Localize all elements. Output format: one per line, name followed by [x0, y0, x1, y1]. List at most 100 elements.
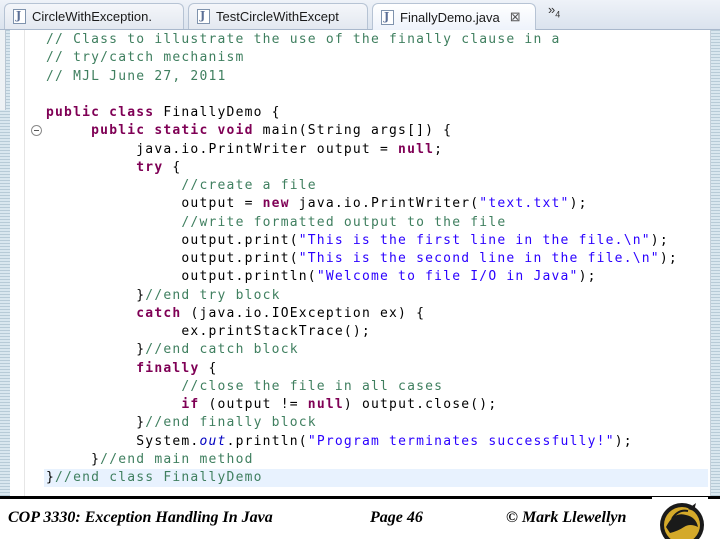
tab-finally-demo[interactable]: FinallyDemo.java ⊠ [372, 3, 536, 30]
code-token: new [262, 196, 290, 212]
code-line[interactable]: System.out.println("Program terminates s… [46, 433, 706, 451]
code-token: // try/catch mechanism [46, 50, 245, 66]
code-token: FinallyDemo { [154, 105, 281, 120]
code-token: finally [136, 360, 200, 376]
code-line[interactable]: }//end finally block [46, 414, 706, 432]
code-line[interactable]: java.io.PrintWriter output = null; [46, 141, 706, 159]
code-token: "Program terminates successfully!" [307, 433, 615, 449]
overview-ruler [710, 30, 720, 496]
code-token: ); [650, 232, 669, 248]
hidden-tab-count: 4 [555, 9, 561, 20]
tab-label: TestCircleWithExcept [216, 9, 339, 24]
code-token: ; [434, 141, 444, 157]
tab-overflow-button[interactable]: »4 [548, 2, 560, 20]
code-token: output.print( [46, 232, 299, 248]
code-line[interactable]: finally { [46, 360, 706, 378]
code-line[interactable]: }//end try block [46, 287, 706, 305]
footer-page-number: Page 46 [370, 509, 423, 526]
code-line[interactable]: output = new java.io.PrintWriter("text.t… [46, 195, 706, 213]
footer-course: COP 3330: Exception Handling In Java [8, 509, 273, 526]
code-token: catch [136, 305, 182, 321]
code-token: out [199, 433, 227, 449]
code-token: ); [659, 251, 678, 266]
code-token: ); [614, 433, 633, 449]
code-token: try [136, 159, 164, 175]
code-line[interactable]: try { [46, 159, 706, 177]
code-line[interactable]: // try/catch mechanism [46, 49, 706, 67]
code-token: .println( [226, 433, 308, 449]
tab-label: FinallyDemo.java [400, 9, 500, 25]
code-token: (output != [199, 397, 308, 412]
code-token: java.io.PrintWriter( [289, 196, 480, 212]
code-line[interactable]: }//end class FinallyDemo [44, 469, 708, 488]
java-file-icon [381, 9, 394, 25]
tab-label: CircleWithException. [32, 9, 152, 24]
code-token: "text.txt" [479, 196, 570, 212]
code-line[interactable]: output.println("Welcome to file I/O in J… [46, 268, 706, 286]
code-token: //end main method [100, 451, 254, 467]
code-line[interactable]: // MJL June 27, 2011 [46, 68, 706, 86]
code-token: ex.printStackTrace(); [46, 324, 371, 339]
code-token: //end catch block [145, 342, 299, 358]
code-line[interactable]: public static void main(String args[]) { [46, 122, 706, 140]
code-token: ) output.close(); [343, 397, 498, 412]
code-token: output.println( [46, 269, 317, 285]
code-token: public static void [91, 123, 254, 139]
code-token: main(String args[]) { [253, 123, 453, 139]
code-line[interactable]: output.print("This is the first line in … [46, 232, 706, 250]
code-line[interactable]: }//end main method [46, 451, 706, 469]
code-line[interactable]: //create a file [46, 177, 706, 195]
left-ruler-edge [0, 30, 6, 110]
code-line[interactable]: catch (java.io.IOException ex) { [46, 305, 706, 323]
close-tab-icon[interactable]: ⊠ [510, 9, 521, 25]
code-token: (java.io.IOException ex) { [181, 305, 426, 321]
code-line[interactable]: }//end catch block [46, 341, 706, 359]
ucf-pegasus-logo [652, 497, 708, 539]
footer-author: © Mark Llewellyn [506, 509, 627, 526]
code-line[interactable]: // Class to illustrate the use of the fi… [46, 31, 706, 49]
code-line[interactable]: ex.printStackTrace(); [46, 323, 706, 341]
code-token: ); [569, 196, 588, 212]
code-editor[interactable]: // Class to illustrate the use of the fi… [0, 30, 720, 496]
code-line[interactable] [46, 86, 706, 104]
code-line[interactable]: //close the file in all cases [46, 378, 706, 396]
code-token: System. [46, 433, 200, 449]
code-line[interactable]: public class FinallyDemo { [46, 104, 706, 122]
code-token: output = [46, 196, 263, 212]
code-token: } [46, 470, 56, 485]
code-token: //end class FinallyDemo [55, 470, 263, 485]
code-token: //close the file in all cases [181, 378, 444, 394]
code-token: { [199, 360, 218, 376]
java-file-icon [197, 9, 210, 24]
code-token: "Welcome to file I/O in Java" [316, 269, 579, 285]
code-token: // Class to illustrate the use of the fi… [46, 32, 561, 47]
code-line[interactable]: //write formatted output to the file [46, 214, 706, 232]
code-token: // MJL June 27, 2011 [46, 68, 227, 84]
code-token: //end try block [145, 287, 281, 303]
java-file-icon [13, 9, 26, 24]
slide-footer: COP 3330: Exception Handling In Java Pag… [0, 499, 720, 540]
code-token: ); [578, 269, 597, 285]
fold-collapse-icon[interactable] [31, 125, 42, 136]
code-line[interactable]: output.print("This is the second line in… [46, 250, 706, 268]
code-text[interactable]: // Class to illustrate the use of the fi… [44, 31, 708, 488]
code-token: "This is the second line in the file.\n" [298, 251, 660, 266]
code-token: } [46, 342, 146, 358]
code-token: public class [46, 105, 155, 120]
code-token: } [46, 451, 101, 467]
code-line[interactable]: if (output != null) output.close(); [46, 396, 706, 414]
tab-test-circle-with-exception[interactable]: TestCircleWithExcept [188, 3, 368, 29]
code-token: } [46, 415, 146, 431]
editor-tab-bar: CircleWithException. TestCircleWithExcep… [0, 0, 720, 30]
code-token: if [181, 397, 200, 412]
code-token: "This is the first line in the file.\n" [298, 232, 651, 248]
code-token: //end finally block [145, 415, 317, 431]
tab-circle-with-exception[interactable]: CircleWithException. [4, 3, 184, 29]
editor-gutter [24, 30, 25, 496]
